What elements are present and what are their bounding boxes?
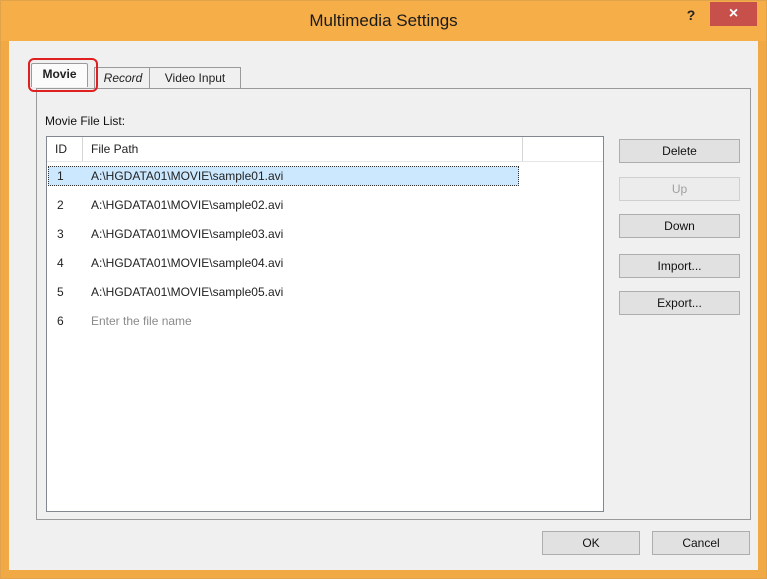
row-id: 5 — [57, 285, 64, 299]
list-item[interactable]: 5 A:\HGDATA01\MOVIE\sample05.avi — [47, 280, 603, 304]
help-button[interactable]: ? — [677, 5, 705, 29]
tab-movie[interactable]: Movie — [31, 63, 88, 87]
dialog-body: Movie Record Video Input Movie File List… — [9, 41, 758, 570]
column-header-id[interactable]: ID — [47, 137, 83, 161]
window-title: Multimedia Settings — [309, 11, 458, 30]
export-button[interactable]: Export... — [619, 291, 740, 315]
movie-file-list[interactable]: ID File Path 1 A:\HGDATA01\MOVIE\sample0… — [46, 136, 604, 512]
list-item[interactable]: 4 A:\HGDATA01\MOVIE\sample04.avi — [47, 251, 603, 275]
row-file-path: A:\HGDATA01\MOVIE\sample05.avi — [91, 285, 284, 299]
row-file-path: A:\HGDATA01\MOVIE\sample03.avi — [91, 227, 284, 241]
row-file-path: A:\HGDATA01\MOVIE\sample01.avi — [91, 169, 284, 183]
row-file-path: A:\HGDATA01\MOVIE\sample02.avi — [91, 198, 284, 212]
file-name-placeholder[interactable]: Enter the file name — [91, 309, 192, 333]
row-id: 3 — [57, 227, 64, 241]
column-header-file-path[interactable]: File Path — [83, 137, 523, 161]
import-button[interactable]: Import... — [619, 254, 740, 278]
delete-button[interactable]: Delete — [619, 139, 740, 163]
row-id: 4 — [57, 256, 64, 270]
close-button[interactable]: × — [710, 2, 757, 26]
cancel-button[interactable]: Cancel — [652, 531, 750, 555]
title-bar[interactable]: Multimedia Settings ? × — [1, 1, 766, 41]
movie-file-list-label: Movie File List: — [45, 114, 126, 128]
up-button[interactable]: Up — [619, 177, 740, 201]
list-item[interactable]: 1 A:\HGDATA01\MOVIE\sample01.avi — [47, 164, 603, 188]
row-file-path: A:\HGDATA01\MOVIE\sample04.avi — [91, 256, 284, 270]
down-button[interactable]: Down — [619, 214, 740, 238]
row-id: 6 — [57, 314, 64, 328]
list-header: ID File Path — [47, 137, 603, 162]
list-item[interactable]: 3 A:\HGDATA01\MOVIE\sample03.avi — [47, 222, 603, 246]
row-id: 2 — [57, 198, 64, 212]
list-item[interactable]: 2 A:\HGDATA01\MOVIE\sample02.avi — [47, 193, 603, 217]
tab-record[interactable]: Record — [94, 67, 152, 88]
tab-video-input[interactable]: Video Input — [149, 67, 241, 88]
ok-button[interactable]: OK — [542, 531, 640, 555]
multimedia-settings-window: Multimedia Settings ? × Movie Record Vid… — [0, 0, 767, 579]
row-id: 1 — [57, 169, 64, 183]
list-item-new[interactable]: 6 Enter the file name — [47, 309, 603, 333]
